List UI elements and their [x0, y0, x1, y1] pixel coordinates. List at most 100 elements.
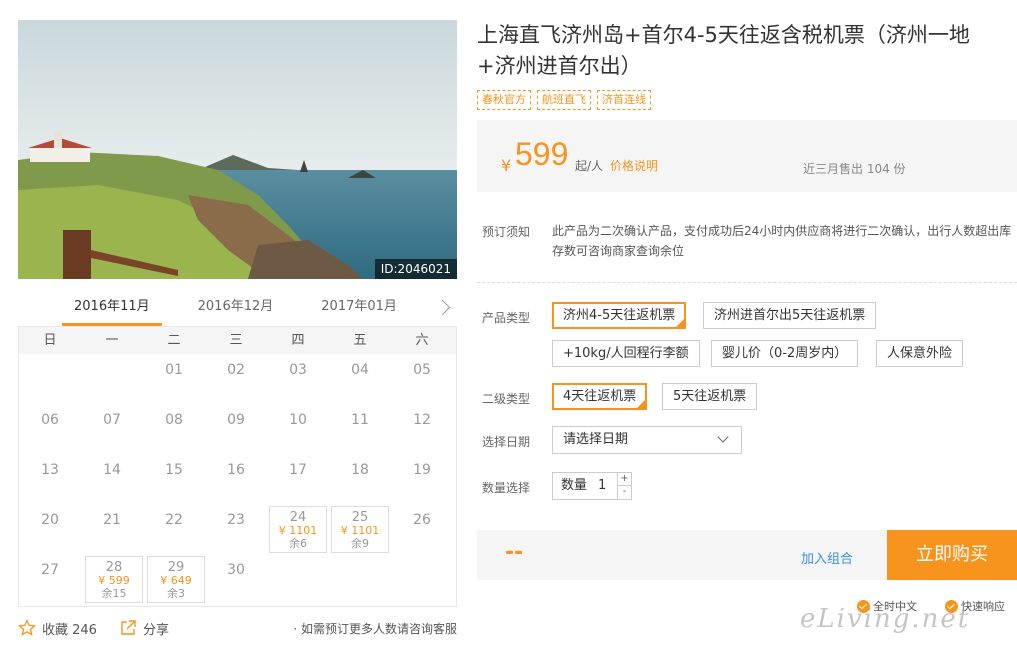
total-price: -- [505, 540, 524, 565]
product-photo: ID:2046021 [18, 20, 457, 279]
calendar-day: 17 [289, 462, 307, 478]
calendar-day-available[interactable]: 24 ¥ 1101 余6 [269, 506, 327, 553]
option-accident-insurance[interactable]: 人保意外险 [876, 340, 964, 367]
tag-direct-flight: 航班直飞 [537, 90, 591, 110]
product-title: 上海直飞济州岛+首尔4-5天往返含税机票（济州一地+济州进首尔出） [477, 23, 970, 78]
option-4-day-roundtrip[interactable]: 4天往返机票 [552, 383, 648, 410]
quantity-label: 数量选择 [482, 481, 531, 495]
quantity-decrease-button[interactable]: - [617, 486, 631, 499]
price-unit: 起/人 [575, 159, 604, 173]
calendar-day: 07 [103, 412, 121, 428]
purchase-bar: -- 加入组合 立即购买 [477, 530, 1017, 580]
calendar-day: 06 [41, 412, 59, 428]
weekday-sat: 六 [415, 333, 429, 348]
weekday-header: 日 一 二 三 四 五 六 [19, 327, 456, 354]
date-select[interactable]: 请选择日期 [552, 426, 742, 454]
watermark: eLiving.net [800, 604, 971, 634]
share-label: 分享 [142, 622, 169, 638]
price-amount: 599 [515, 136, 569, 172]
image-id-label: ID:2046021 [374, 259, 457, 279]
weekday-wed: 三 [229, 333, 243, 348]
add-combo-link[interactable]: 加入组合 [801, 548, 853, 567]
calendar-day: 13 [41, 462, 59, 478]
calendar-day: 09 [227, 412, 245, 428]
quantity-value[interactable]: 1 [598, 473, 606, 499]
calendar-day: 16 [227, 462, 245, 478]
tab-month-2016-12[interactable]: 2016年12月 [186, 292, 286, 326]
share-button[interactable]: 分享 [119, 619, 169, 638]
calendar-day: 18 [351, 462, 369, 478]
option-extra-baggage[interactable]: +10kg/人回程行李额 [552, 340, 700, 367]
calendar-day: 15 [165, 462, 183, 478]
date-select-value: 请选择日期 [563, 432, 629, 447]
date-label: 选择日期 [482, 435, 531, 449]
star-icon [18, 619, 36, 636]
calendar-day: 04 [351, 362, 369, 378]
tab-month-2016-11[interactable]: 2016年11月 [62, 292, 162, 326]
weekday-fri: 五 [353, 333, 367, 348]
quantity-text: 数量 [561, 478, 588, 493]
tab-month-2017-01[interactable]: 2017年01月 [309, 292, 409, 326]
currency-symbol: ¥ [501, 156, 512, 175]
favorite-button[interactable]: 收藏 246 [18, 619, 97, 638]
share-icon [121, 620, 136, 635]
day-price: ¥ 1101 [340, 524, 380, 537]
option-5-day-roundtrip[interactable]: 5天往返机票 [662, 383, 758, 410]
day-price: ¥ 599 [98, 574, 130, 587]
day-remaining: 余6 [289, 537, 307, 550]
day-price: ¥ 649 [160, 574, 192, 587]
weekday-thu: 四 [291, 333, 305, 348]
sold-count: 近三月售出 104 份 [803, 162, 906, 176]
calendar-day: 12 [413, 412, 431, 428]
day-remaining: 余9 [351, 537, 369, 550]
calendar-day: 02 [227, 362, 245, 378]
date-calendar: 日 一 二 三 四 五 六 01 02 03 04 05 06 07 08 09… [18, 326, 457, 607]
weekday-mon: 一 [105, 333, 119, 348]
calendar-day: 19 [413, 462, 431, 478]
day-price: ¥ 1101 [278, 524, 318, 537]
product-actions: 收藏 246 分享 · 如需预订更多人数请咨询客服 [18, 618, 457, 638]
calendar-day: 26 [413, 512, 431, 528]
calendar-day: 08 [165, 412, 183, 428]
day-remaining: 余15 [101, 587, 127, 600]
month-tabs: 2016年11月 2016年12月 2017年01月 [18, 292, 457, 326]
calendar-day: 14 [103, 462, 121, 478]
section-divider [477, 282, 1017, 283]
calendar-day: 01 [165, 362, 183, 378]
booking-notice-text: 此产品为二次确认产品，支付成功后24小时内供应商将进行二次确认，出行人数超出库存… [552, 224, 1012, 258]
calendar-day-available[interactable]: 25 ¥ 1101 余9 [331, 506, 389, 553]
weekday-tue: 二 [167, 333, 181, 348]
booking-notice-label: 预订须知 [482, 225, 531, 239]
calendar-day: 27 [41, 562, 59, 578]
option-jeju-4-5-day[interactable]: 济州4-5天往返机票 [552, 302, 687, 329]
calendar-day: 22 [165, 512, 183, 528]
option-infant-price[interactable]: 婴儿价（0-2周岁内） [711, 340, 859, 367]
day-remaining: 余3 [167, 587, 185, 600]
sub-type-label: 二级类型 [482, 392, 531, 406]
calendar-day-available[interactable]: 29 ¥ 649 余3 [147, 556, 205, 603]
calendar-day: 20 [41, 512, 59, 528]
product-type-label: 产品类型 [482, 311, 531, 325]
favorite-label: 收藏 246 [42, 622, 97, 638]
weekday-sun: 日 [43, 333, 57, 348]
calendar-day: 21 [103, 512, 121, 528]
price-panel: ¥ 599 起/人 价格说明 近三月售出 104 份 [477, 120, 1017, 192]
next-month-icon[interactable] [437, 298, 451, 318]
price-explanation-link[interactable]: 价格说明 [610, 157, 658, 174]
tag-official: 春秋官方 [477, 90, 531, 110]
calendar-day: 30 [227, 562, 245, 578]
calendar-day: 03 [289, 362, 307, 378]
option-jeju-seoul-5-day[interactable]: 济州进首尔出5天往返机票 [703, 302, 877, 329]
product-tags: 春秋官方 航班直飞 济首连线 [477, 90, 657, 110]
calendar-day-available[interactable]: 28 ¥ 599 余15 [85, 556, 143, 603]
calendar-day: 10 [289, 412, 307, 428]
calendar-day: 05 [413, 362, 431, 378]
calendar-day: 11 [351, 412, 369, 428]
chevron-down-icon [717, 431, 729, 443]
quantity-stepper: 数量 1 + - [552, 472, 632, 500]
tag-jeju-seoul: 济首连线 [597, 90, 651, 110]
buy-now-button[interactable]: 立即购买 [887, 530, 1017, 580]
coastal-landscape-image [18, 20, 457, 279]
calendar-day: 23 [227, 512, 245, 528]
quantity-increase-button[interactable]: + [617, 473, 631, 486]
